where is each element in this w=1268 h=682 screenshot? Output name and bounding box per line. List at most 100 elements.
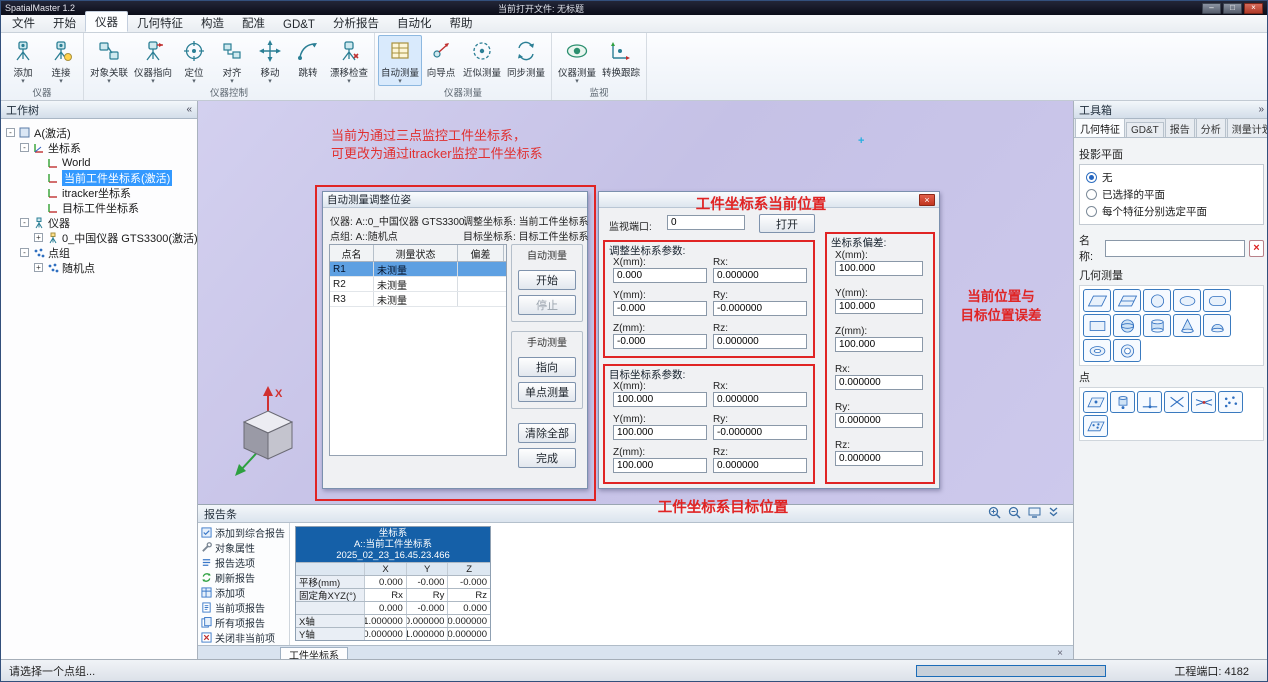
tree-node-point-groups[interactable]: - 点组 (3, 245, 195, 260)
rectangle-icon[interactable] (1083, 314, 1111, 337)
tab-report[interactable]: 报告 (1165, 118, 1195, 137)
start-button[interactable]: 开始 (518, 270, 576, 290)
ring-icon[interactable] (1113, 339, 1141, 362)
minimize-icon[interactable]: – (1202, 3, 1221, 14)
tree-node-itracker-cs[interactable]: - itracker坐标系 (3, 185, 195, 200)
menu-automation[interactable]: 自动化 (388, 13, 441, 32)
point-cloud-icon[interactable] (1218, 391, 1243, 413)
bounded-plane-icon[interactable] (1113, 289, 1141, 312)
clear-all-button[interactable]: 清除全部 (518, 423, 576, 443)
ribbon-guide-point-button[interactable]: 向导点 (422, 35, 460, 80)
collapse-panel-icon[interactable]: « (186, 104, 192, 115)
table-row[interactable]: R2 未测量 (330, 277, 506, 292)
tree-node-target-wcs[interactable]: - 目标工件坐标系 (3, 200, 195, 215)
intersection-point-icon[interactable] (1191, 391, 1216, 413)
deviation-z-input[interactable] (835, 337, 923, 352)
done-button[interactable]: 完成 (518, 448, 576, 468)
tab-analysis[interactable]: 分析 (1196, 118, 1226, 137)
zoom-out-icon[interactable] (1008, 506, 1021, 522)
maximize-icon[interactable]: □ (1223, 3, 1242, 14)
tab-measure-plan[interactable]: 测量计划 (1227, 118, 1268, 137)
all-items-report-button[interactable]: 所有项报告 (199, 615, 288, 630)
ellipse-icon[interactable] (1173, 289, 1201, 312)
menu-registration[interactable]: 配准 (233, 13, 274, 32)
points-on-plane-icon[interactable] (1083, 415, 1108, 437)
ribbon-approx-measure-button[interactable]: 近似测量 (460, 35, 504, 80)
tree-node-random-points[interactable]: + 随机点 (3, 260, 195, 275)
object-properties-button[interactable]: 对象属性 (199, 540, 288, 555)
current-item-report-button[interactable]: 当前项报告 (199, 600, 288, 615)
clear-name-icon[interactable]: × (1249, 240, 1264, 257)
open-port-button[interactable]: 打开 (759, 214, 815, 233)
stop-button[interactable]: 停止 (518, 295, 576, 315)
cone-icon[interactable] (1173, 314, 1201, 337)
ribbon-object-link-button[interactable]: 对象关联 ▾ (87, 35, 131, 86)
target-rx-input[interactable] (713, 392, 807, 407)
expander-icon[interactable]: - (20, 143, 29, 152)
tree-node-gts3300[interactable]: + 0_中国仪器 GTS3300(激活) (3, 230, 195, 245)
ribbon-jump-button[interactable]: 跳转 (289, 35, 327, 80)
table-row[interactable]: R3 未测量 (330, 292, 506, 307)
dome-icon[interactable] (1203, 314, 1231, 337)
menu-help[interactable]: 帮助 (440, 13, 481, 32)
deviation-x-input[interactable] (835, 261, 923, 276)
adjust-x-input[interactable] (613, 268, 707, 283)
display-mode-icon[interactable] (1028, 506, 1041, 522)
ribbon-connect-button[interactable]: 连接 ▾ (42, 35, 80, 86)
target-x-input[interactable] (613, 392, 707, 407)
radio-per-feature-plane[interactable]: 每个特征分别选定平面 (1086, 203, 1257, 220)
cylinder-icon[interactable] (1143, 314, 1171, 337)
refresh-report-button[interactable]: 刷新报告 (199, 570, 288, 585)
menu-file[interactable]: 文件 (3, 13, 44, 32)
torus-icon[interactable] (1083, 339, 1111, 362)
menu-gdt[interactable]: GD&T (274, 17, 324, 32)
target-rz-input[interactable] (713, 458, 807, 473)
view-cube[interactable]: X (226, 383, 310, 481)
menu-instrument[interactable]: 仪器 (85, 11, 128, 32)
tab-geometry-features[interactable]: 几何特征 (1075, 118, 1125, 137)
collapse-report-icon[interactable] (1048, 506, 1059, 521)
perpendicular-point-icon[interactable] (1137, 391, 1162, 413)
target-z-input[interactable] (613, 458, 707, 473)
radio-none[interactable]: 无 (1086, 169, 1257, 186)
expander-icon[interactable]: - (6, 128, 15, 137)
ribbon-instrument-point-button[interactable]: 仪器指向 ▾ (131, 35, 175, 86)
adjust-rx-input[interactable] (713, 268, 807, 283)
measure-points-table[interactable]: 点名 测量状态 偏差 R1 未测量 R2 未测量 (329, 244, 507, 456)
point-to-button[interactable]: 指向 (518, 357, 576, 377)
deviation-rz-input[interactable] (835, 451, 923, 466)
coordinate-report-table[interactable]: 坐标系 A::当前工件坐标系 2025_02_23_16.45.23.466 X… (295, 526, 491, 641)
ribbon-move-button[interactable]: 移动 ▾ (251, 35, 289, 86)
expander-icon[interactable]: - (20, 218, 29, 227)
menu-start[interactable]: 开始 (44, 13, 85, 32)
target-ry-input[interactable] (713, 425, 807, 440)
deviation-rx-input[interactable] (835, 375, 923, 390)
deviation-ry-input[interactable] (835, 413, 923, 428)
tree-node-current-wcs[interactable]: - 当前工件坐标系(激活) (3, 170, 195, 185)
ribbon-auto-measure-button[interactable]: 自动测量 ▾ (378, 35, 422, 86)
add-item-button[interactable]: 添加项 (199, 585, 288, 600)
adjust-ry-input[interactable] (713, 301, 807, 316)
dialog-close-icon[interactable]: × (919, 194, 935, 206)
monitor-port-input[interactable] (667, 215, 745, 230)
ribbon-locate-button[interactable]: 定位 ▾ (175, 35, 213, 86)
tab-gdt[interactable]: GD&T (1126, 122, 1164, 137)
ribbon-add-button[interactable]: 添加 ▾ (4, 35, 42, 86)
tree-node-a[interactable]: - A(激活) (3, 125, 195, 140)
expander-icon[interactable]: + (34, 233, 43, 242)
add-to-combined-report-button[interactable]: 添加到综合报告 (199, 525, 288, 540)
ribbon-align-button[interactable]: 对齐 ▾ (213, 35, 251, 86)
ribbon-sync-measure-button[interactable]: 同步测量 (504, 35, 548, 80)
point-on-plane-icon[interactable] (1083, 391, 1108, 413)
plane-icon[interactable] (1083, 289, 1111, 312)
single-point-measure-button[interactable]: 单点测量 (518, 382, 576, 402)
feature-name-input[interactable] (1105, 240, 1245, 257)
tree-node-instruments[interactable]: - 仪器 (3, 215, 195, 230)
menu-construct[interactable]: 构造 (192, 13, 233, 32)
expand-panel-icon[interactable]: » (1258, 104, 1264, 115)
adjust-rz-input[interactable] (713, 334, 807, 349)
pose-dialog-titlebar[interactable]: 自动测量调整位姿 (323, 192, 587, 208)
expander-icon[interactable]: - (20, 248, 29, 257)
cross-point-icon[interactable] (1164, 391, 1189, 413)
circle-icon[interactable] (1143, 289, 1171, 312)
